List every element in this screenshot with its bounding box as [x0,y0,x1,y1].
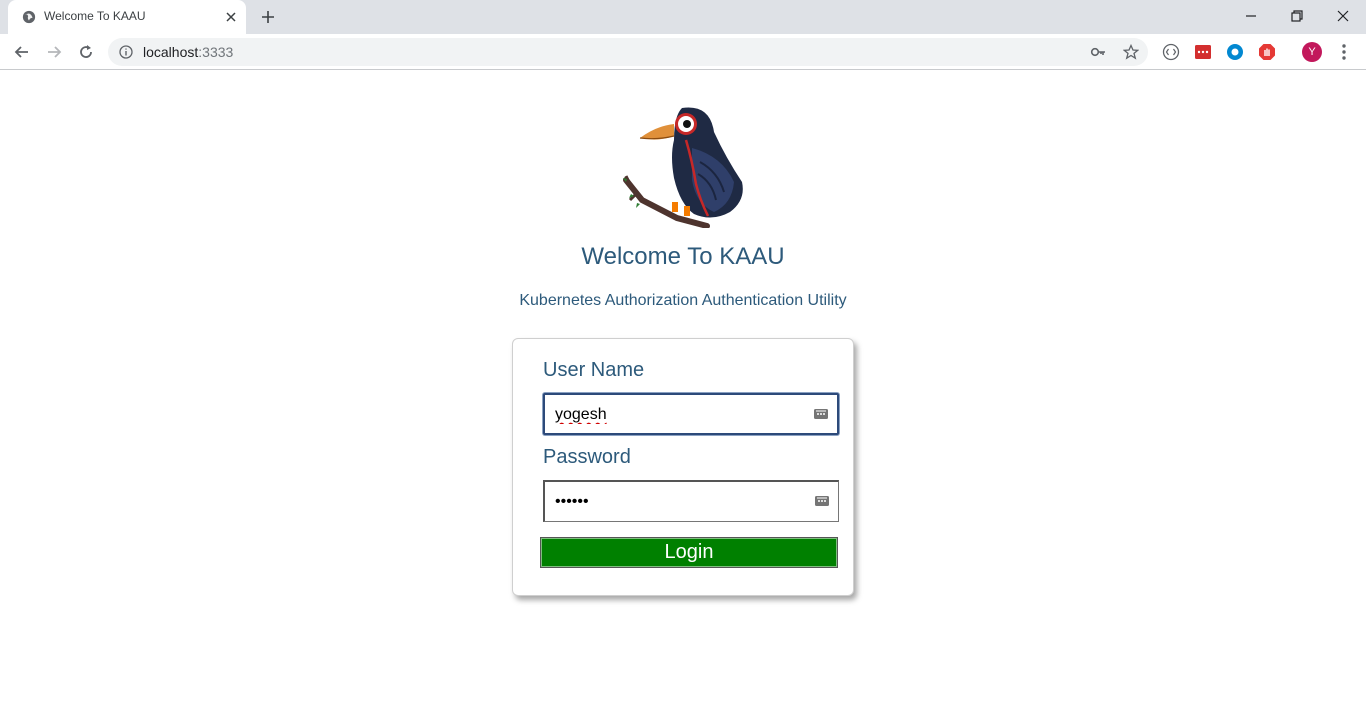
tab-title: Welcome To KAAU [44,9,146,23]
browser-toolbar: localhost:3333 Y [0,34,1366,70]
back-icon[interactable] [13,43,31,61]
password-input[interactable] [555,490,805,514]
key-icon[interactable] [1090,44,1106,60]
bird-logo [623,107,743,228]
login-button[interactable]: Login [540,537,838,568]
restore-icon[interactable] [1289,8,1305,24]
close-tab-icon[interactable] [224,10,238,24]
username-input[interactable] [555,403,805,427]
username-label: User Name [543,359,645,381]
username-field[interactable] [543,393,839,435]
extension-code-icon[interactable] [1162,43,1180,61]
login-card: User Name Password Login [512,338,854,596]
new-tab-icon[interactable] [260,9,276,25]
page-title: Welcome To KAAU [581,243,785,270]
autofill-key-icon[interactable] [813,406,829,422]
extension-circle-icon[interactable] [1226,43,1244,61]
autofill-key-icon[interactable] [814,493,830,509]
tab-strip: Welcome To KAAU [0,0,1366,34]
password-field[interactable] [543,480,839,522]
extension-adblock-icon[interactable] [1258,43,1276,61]
forward-icon[interactable] [45,43,63,61]
bookmark-star-icon[interactable] [1123,44,1139,60]
page-subtitle: Kubernetes Authorization Authentication … [519,292,847,309]
close-window-icon[interactable] [1335,8,1351,24]
profile-avatar[interactable]: Y [1302,42,1322,62]
reload-icon[interactable] [77,43,95,61]
address-bar[interactable]: localhost:3333 [108,38,1148,66]
info-icon[interactable] [119,45,133,59]
minimize-icon[interactable] [1243,8,1259,24]
extension-password-manager-icon[interactable] [1194,43,1212,61]
password-label: Password [543,446,631,468]
more-menu-icon[interactable] [1336,43,1352,61]
url-text[interactable]: localhost:3333 [143,44,233,60]
browser-tab[interactable]: Welcome To KAAU [8,0,246,34]
globe-icon [22,10,36,24]
